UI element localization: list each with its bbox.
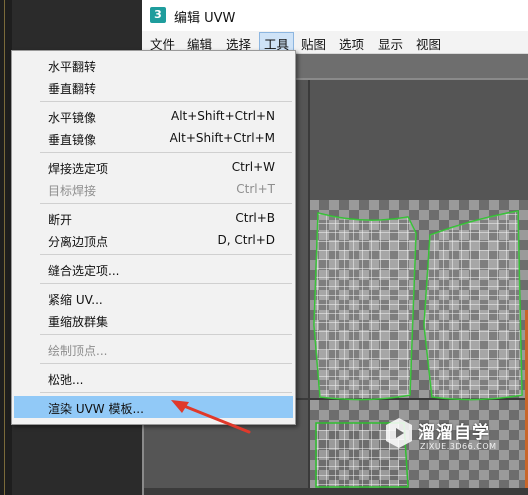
menu-item-rescale-clusters[interactable]: 重缩放群集 — [14, 309, 293, 331]
viewport-frame — [4, 0, 11, 495]
menu-item-flip-horizontal[interactable]: 水平翻转 — [14, 54, 293, 76]
menu-item-target-weld[interactable]: 目标焊接 Ctrl+T — [14, 178, 293, 200]
menu-view[interactable]: 视图 — [412, 33, 445, 54]
menu-separator — [40, 152, 292, 153]
menu-separator — [40, 101, 292, 102]
watermark-logo-icon — [386, 418, 412, 448]
menu-separator — [40, 254, 292, 255]
menu-item-sketch-vertices[interactable]: 绘制顶点... — [14, 338, 293, 360]
menu-item-relax[interactable]: 松弛... — [14, 367, 293, 389]
menu-item-pack-uvs[interactable]: 紧缩 UV... — [14, 287, 293, 309]
menu-options[interactable]: 选项 — [335, 33, 368, 54]
menu-map[interactable]: 贴图 — [297, 33, 330, 54]
uv-shells[interactable] — [308, 205, 524, 495]
uv-shell-right[interactable] — [423, 210, 523, 401]
menu-separator — [40, 334, 292, 335]
menu-item-flip-vertical[interactable]: 垂直翻转 — [14, 76, 293, 98]
window-title: 编辑 UVW — [174, 11, 236, 26]
menu-item-mirror-vertical[interactable]: 垂直镜像 Alt+Shift+Ctrl+M — [14, 127, 293, 149]
menu-separator — [40, 363, 292, 364]
title-bar: 3 编辑 UVW — [142, 0, 528, 31]
menu-item-break[interactable]: 断开 Ctrl+B — [14, 207, 293, 229]
menu-item-stitch-selected[interactable]: 缝合选定项... — [14, 258, 293, 280]
watermark-subtitle: ZIXUE.3D66.COM — [420, 442, 497, 451]
app-icon: 3 — [150, 7, 166, 23]
watermark-title: 溜溜自学 — [418, 423, 490, 443]
tools-dropdown-menu: 水平翻转 垂直翻转 水平镜像 Alt+Shift+Ctrl+N 垂直镜像 Alt+S… — [11, 50, 296, 425]
menu-separator — [40, 283, 292, 284]
menu-item-detach-edge-verts[interactable]: 分离边顶点 D, Ctrl+D — [14, 229, 293, 251]
menu-separator — [40, 203, 292, 204]
menu-separator — [40, 392, 292, 393]
menu-item-weld-selected[interactable]: 焊接选定项 Ctrl+W — [14, 156, 293, 178]
status-bar — [144, 488, 528, 495]
menu-display[interactable]: 显示 — [374, 33, 407, 54]
annotation-arrow-icon — [171, 400, 251, 434]
menu-item-mirror-horizontal[interactable]: 水平镜像 Alt+Shift+Ctrl+N — [14, 105, 293, 127]
uv-shell-left[interactable] — [313, 212, 417, 401]
